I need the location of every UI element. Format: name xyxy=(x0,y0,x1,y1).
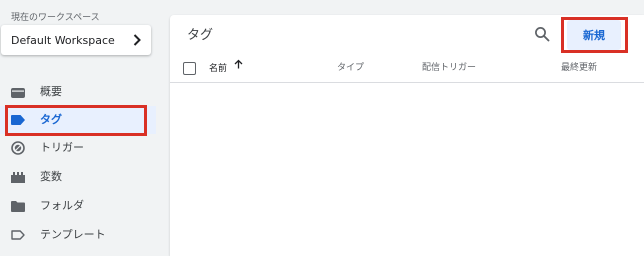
folder-icon xyxy=(11,199,25,213)
template-icon xyxy=(11,228,25,242)
tags-panel: タグ 新規 名前 タイプ 配信トリガー 最終更新 xyxy=(170,15,644,256)
sidebar-item-label: トリガー xyxy=(40,141,84,154)
workspace-caption: 現在のワークスペース xyxy=(11,13,100,23)
column-header-name[interactable]: 名前 xyxy=(209,55,243,82)
column-header-type[interactable]: タイプ xyxy=(337,55,364,82)
table-header: 名前 タイプ 配信トリガー 最終更新 xyxy=(170,55,644,83)
tag-icon xyxy=(11,113,25,127)
sidebar-item-label: テンプレート xyxy=(40,228,106,241)
chevron-right-icon xyxy=(133,34,141,46)
overview-icon xyxy=(11,85,25,99)
sidebar-item-label: タグ xyxy=(40,113,62,126)
workspace-name: Default Workspace xyxy=(11,33,115,47)
sidebar: 現在のワークスペース Default Workspace 概要 タグ トリガー … xyxy=(0,0,160,256)
search-icon[interactable] xyxy=(534,26,550,42)
sidebar-item-triggers[interactable]: トリガー xyxy=(0,134,156,162)
page-title: タグ xyxy=(187,28,214,43)
sidebar-item-templates[interactable]: テンプレート xyxy=(0,221,156,249)
workspace-selector[interactable]: Default Workspace xyxy=(1,25,151,55)
sidebar-item-overview[interactable]: 概要 xyxy=(0,78,156,106)
sidebar-item-variables[interactable]: 変数 xyxy=(0,163,156,191)
sidebar-item-label: フォルダ xyxy=(40,199,84,212)
column-header-updated[interactable]: 最終更新 xyxy=(561,55,597,82)
sidebar-item-folders[interactable]: フォルダ xyxy=(0,192,156,220)
variables-icon xyxy=(11,170,25,184)
trigger-icon xyxy=(11,141,25,155)
select-all-checkbox[interactable] xyxy=(183,62,196,75)
column-header-label: 名前 xyxy=(209,64,228,74)
sidebar-item-label: 概要 xyxy=(40,85,62,98)
sidebar-item-tags[interactable]: タグ xyxy=(0,106,156,134)
arrow-up-icon xyxy=(234,54,243,81)
sidebar-item-label: 変数 xyxy=(40,170,62,183)
column-header-trigger[interactable]: 配信トリガー xyxy=(422,55,476,82)
new-button[interactable]: 新規 xyxy=(567,20,621,50)
